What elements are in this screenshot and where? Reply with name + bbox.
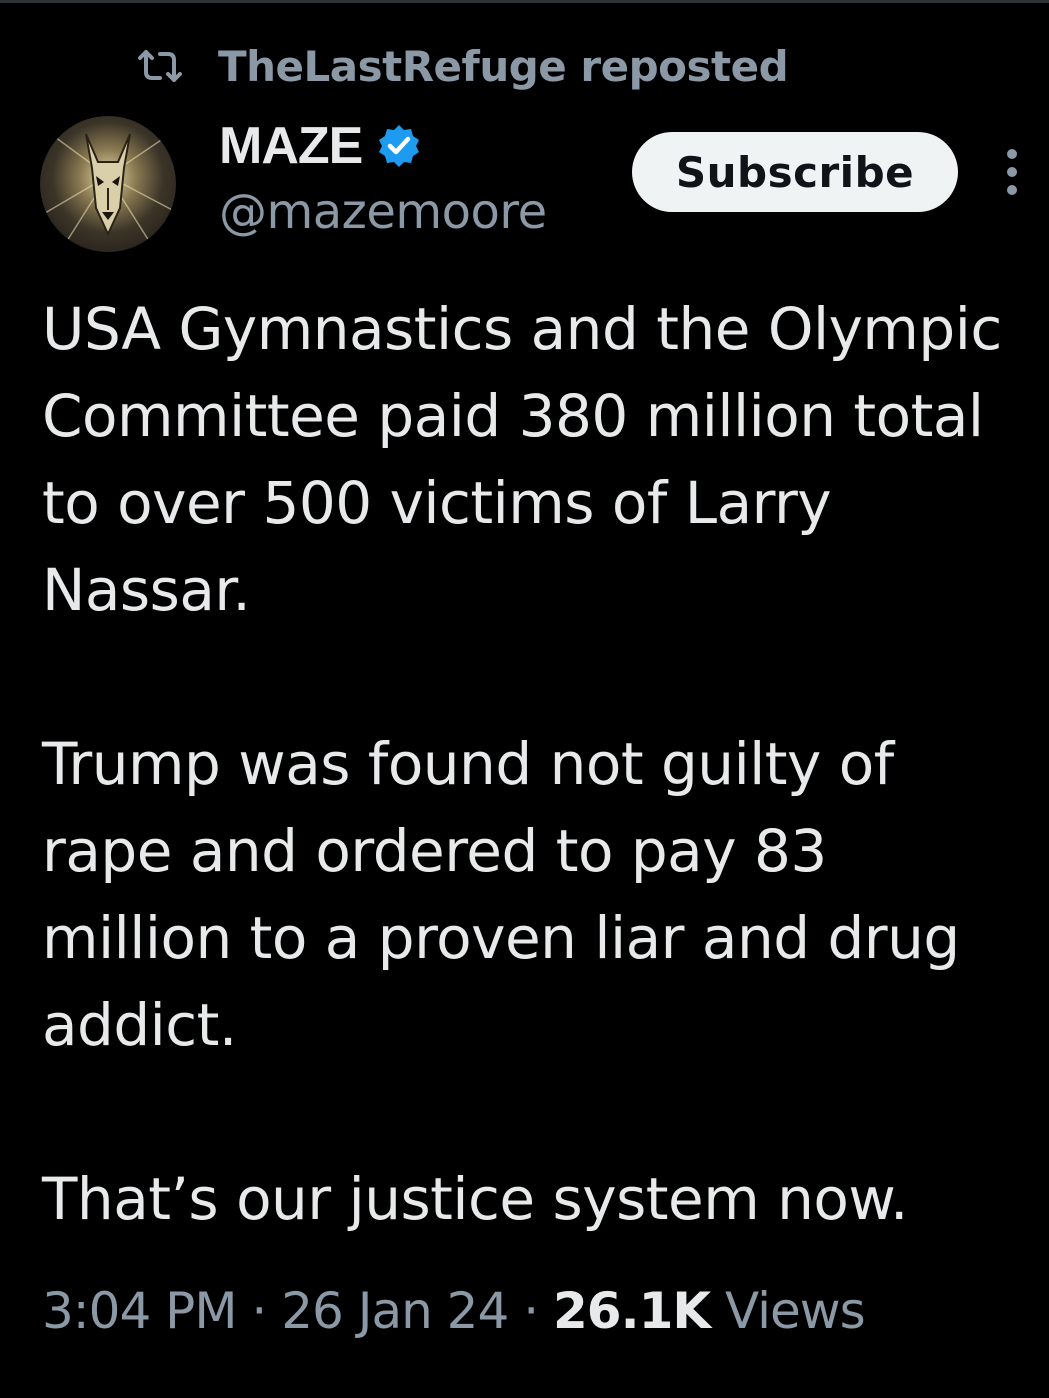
author-name-row[interactable]: MAZE bbox=[219, 114, 422, 178]
subscribe-button[interactable]: Subscribe bbox=[632, 132, 958, 212]
author-handle[interactable]: @mazemoore bbox=[219, 184, 547, 240]
meta-separator: · bbox=[523, 1282, 539, 1340]
tweet-date[interactable]: 26 Jan 24 bbox=[281, 1282, 509, 1340]
repost-icon bbox=[136, 46, 184, 86]
more-vertical-icon[interactable] bbox=[996, 146, 1028, 198]
tweet-paragraph: That’s our justice system now. bbox=[42, 1165, 908, 1233]
tweet-body: USA Gymnastics and the Olympic Committee… bbox=[42, 286, 1032, 1243]
author-display-name[interactable]: MAZE bbox=[219, 116, 363, 176]
repost-context[interactable]: TheLastRefuge reposted bbox=[136, 38, 789, 94]
meta-separator: · bbox=[251, 1282, 267, 1340]
tweet-time[interactable]: 3:04 PM bbox=[42, 1282, 237, 1340]
top-divider bbox=[0, 0, 1049, 3]
avatar[interactable] bbox=[40, 116, 176, 252]
repost-label: TheLastRefuge reposted bbox=[218, 41, 789, 91]
verified-badge-icon bbox=[376, 123, 422, 169]
views-count: 26.1K bbox=[553, 1282, 711, 1340]
tweet-meta: 3:04 PM · 26 Jan 24 · 26.1K Views bbox=[42, 1282, 866, 1340]
views-label: Views bbox=[725, 1282, 866, 1340]
tweet-paragraph: USA Gymnastics and the Olympic Committee… bbox=[42, 295, 1002, 624]
tweet-paragraph: Trump was found not guilty of rape and o… bbox=[42, 730, 960, 1059]
